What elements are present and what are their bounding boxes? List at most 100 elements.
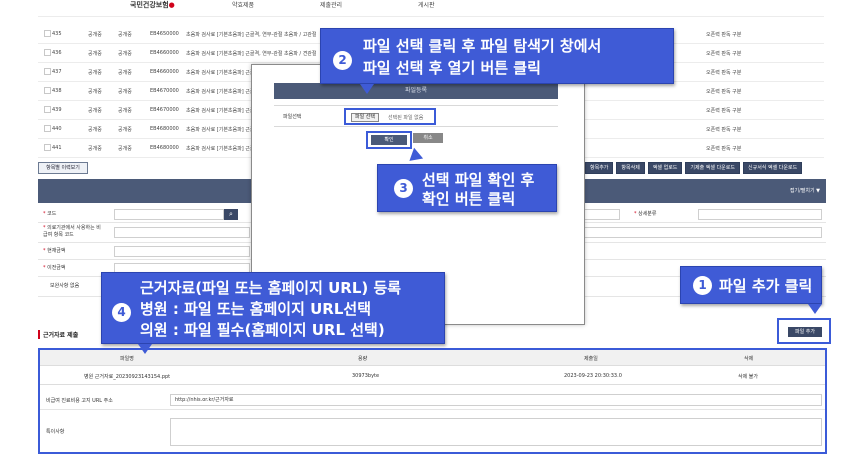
callout-2-line-2: 파일 선택 후 열기 버튼 클릭 (363, 59, 541, 77)
file-select-highlight: 파일 선택 선택된 파일 없음 (344, 108, 436, 125)
modal-file-row: 파일선택 파일 선택 선택된 파일 없음 (274, 105, 558, 127)
row-checkbox[interactable] (44, 125, 51, 132)
current-price-label: 현재금액 (47, 248, 66, 254)
add-file-highlight: 파일 추가 (777, 318, 831, 344)
category-input[interactable] (582, 209, 620, 220)
cell-code: EB4670000 (150, 107, 179, 113)
cell-desc: 초음파 검사료 [기본초음파] 근골격, 연부-관절 초음파 / 견관절 (186, 51, 317, 57)
cell-c1: 공개중 (88, 51, 102, 57)
cell-no: 436 (52, 50, 62, 56)
cell-desc: 초음파 검사료 [기본초음파] 근골 (186, 89, 255, 95)
logo-mark-icon: ● (168, 1, 175, 9)
callout-4-line-3: 의원 : 파일 필수(홈페이지 URL 선택) (140, 321, 385, 339)
evidence-table: 파일명 용량 제출일 삭제 병원 근거자료_20230923143154.ppt… (38, 348, 827, 454)
callout-1-pointer (808, 304, 822, 314)
callout-2-pointer (360, 84, 374, 94)
cell-desc: 초음파 검사료 [기본초음파] 근골 (186, 108, 255, 114)
nav-item-submission[interactable]: 제출관리 (320, 0, 342, 9)
callout-4-line-2: 병원 : 파일 또는 홈페이지 URL선택 (140, 300, 371, 318)
evidence-title: 근거자료 제출 (38, 330, 78, 339)
code-input[interactable] (114, 209, 224, 220)
callout-2-line-1: 파일 선택 클릭 후 파일 탐색기 창에서 (363, 37, 602, 55)
cell-status: 오픈력 판독 구분 (706, 51, 742, 57)
cell-code: EB4660000 (150, 69, 179, 75)
cell-desc: 초음파 검사료 [기본초음파] 근골 (186, 127, 255, 133)
cell-code: EB4680000 (150, 145, 179, 151)
confirm-button[interactable]: 확인 (371, 135, 407, 145)
cell-status: 오픈력 판독 구분 (706, 32, 742, 38)
row-checkbox[interactable] (44, 68, 51, 75)
cell-c1: 공개중 (88, 70, 102, 76)
choose-file-button[interactable]: 파일 선택 (351, 113, 379, 122)
file-name-link[interactable]: 병원 근거자료_20230923143154.ppt (84, 373, 170, 380)
search-icon[interactable]: ⌕ (224, 209, 238, 220)
file-date: 2023-09-23 20:30:33.0 (564, 373, 622, 379)
cell-c2: 공개중 (118, 127, 132, 133)
cell-status: 오픈력 판독 구분 (706, 70, 742, 76)
file-delete-status: 삭제 불가 (738, 374, 758, 380)
cell-c1: 공개중 (88, 32, 102, 38)
cell-no: 438 (52, 88, 62, 94)
cancel-button[interactable]: 취소 (413, 133, 443, 143)
row-checkbox[interactable] (44, 49, 51, 56)
delete-item-button[interactable]: 항목삭제 (616, 162, 645, 174)
collapse-toggle[interactable]: 접기/펼치기 ▼ (790, 187, 820, 194)
cell-no: 435 (52, 31, 62, 37)
row-checkbox[interactable] (44, 106, 51, 113)
callout-step-4: 4 근거자료(파일 또는 홈페이지 URL) 등록 병원 : 파일 또는 홈페이… (101, 272, 445, 344)
row-checkbox[interactable] (44, 87, 51, 94)
row-checkbox[interactable] (44, 30, 51, 37)
excel-upload-button[interactable]: 엑셀 업로드 (647, 162, 683, 174)
table-row (38, 9, 824, 17)
nav-item-products[interactable]: 약효제품 (232, 0, 254, 9)
row-checkbox[interactable] (44, 144, 51, 151)
cell-desc: 초음파 검사료 [기본초음파] 근골격, 연부-관절 초음파 / 고관절 (186, 32, 317, 38)
note-textarea[interactable] (170, 418, 822, 446)
cell-c1: 공개중 (88, 146, 102, 152)
previous-price-label: 이전금액 (47, 265, 66, 271)
cell-no: 440 (52, 126, 62, 132)
step-4-number: 4 (112, 303, 131, 322)
nav-item-board[interactable]: 게시판 (418, 0, 435, 9)
add-file-button[interactable]: 파일 추가 (788, 327, 822, 337)
cell-c2: 공개중 (118, 70, 132, 76)
cell-desc: 초음파 검사료 [기본초음파] 근골 (186, 146, 255, 152)
header-date: 제출일 (584, 356, 598, 362)
cell-status: 오픈력 판독 구분 (706, 108, 742, 114)
cell-c2: 공개중 (118, 108, 132, 114)
cell-c1: 공개중 (88, 89, 102, 95)
code-label: 코드 (47, 211, 57, 217)
callout-3-line-2: 확인 버튼 클릭 (422, 190, 516, 208)
new-form-excel-download-button[interactable]: 신규서식 엑셀 다운로드 (743, 162, 803, 174)
callout-step-3: 3 선택 파일 확인 후 확인 버튼 클릭 (377, 164, 557, 212)
detail-input[interactable] (698, 209, 822, 220)
url-row: 비급여 진료비용 고지 URL 주소 http://nhis.or.kr/근거자… (40, 390, 825, 410)
hospital-code-extra-input[interactable] (582, 227, 822, 238)
url-input[interactable]: http://nhis.or.kr/근거자료 (170, 394, 822, 406)
cell-no: 439 (52, 107, 62, 113)
hospital-code-input[interactable] (114, 227, 250, 238)
confirm-highlight: 확인 (366, 131, 412, 149)
add-item-button[interactable]: 항목추가 (585, 162, 614, 174)
cell-status: 오픈력 판독 구분 (706, 89, 742, 95)
current-price-input[interactable] (114, 246, 250, 257)
table-toolbar: 항목추가 항목삭제 엑셀 업로드 기제출 엑셀 다운로드 신규서식 엑셀 다운로… (585, 162, 803, 174)
url-label: 비급여 진료비용 고지 URL 주소 (46, 398, 113, 404)
history-button[interactable]: 항목별 이력보기 (38, 162, 88, 174)
callout-4-pointer (138, 344, 152, 354)
header-size: 용량 (358, 356, 368, 362)
submitted-excel-download-button[interactable]: 기제출 엑셀 다운로드 (685, 162, 740, 174)
step-2-number: 2 (333, 51, 352, 70)
header-filename: 파일명 (120, 356, 134, 362)
callout-4-line-1: 근거자료(파일 또는 홈페이지 URL) 등록 (140, 279, 402, 297)
header-delete: 삭제 (744, 356, 754, 362)
hospital-code-label: 의료기관에서 사용하는 비급여 항목 코드 (43, 225, 101, 238)
cell-c2: 공개중 (118, 146, 132, 152)
step-3-number: 3 (394, 179, 413, 198)
callout-step-2: 2 파일 선택 클릭 후 파일 탐색기 창에서 파일 선택 후 열기 버튼 클릭 (320, 28, 674, 84)
callout-3-line-1: 선택 파일 확인 후 (422, 171, 535, 189)
cell-c1: 공개중 (88, 127, 102, 133)
cell-c2: 공개중 (118, 89, 132, 95)
callout-step-1: 1 파일 추가 클릭 (680, 266, 822, 304)
cell-no: 441 (52, 145, 62, 151)
